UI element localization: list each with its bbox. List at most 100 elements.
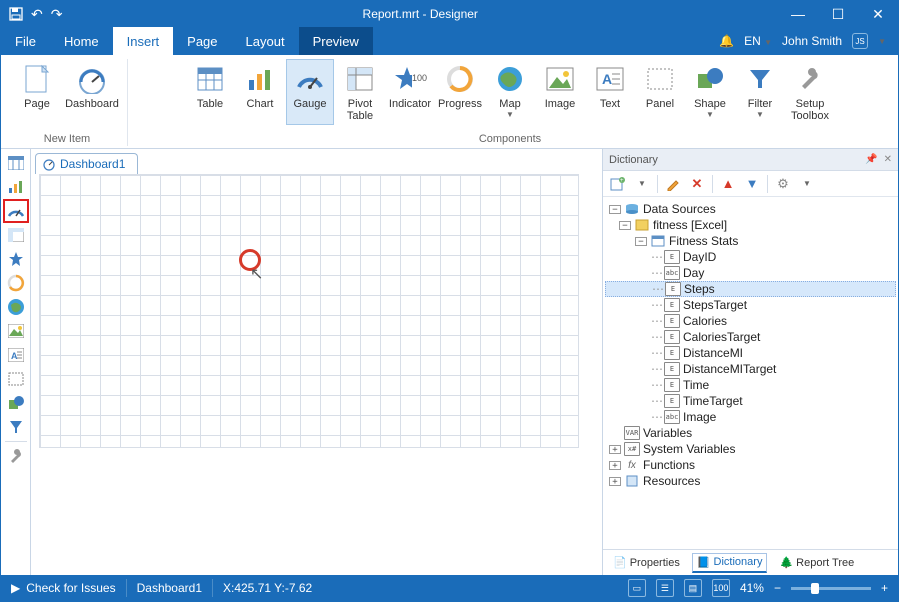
tool-progress[interactable] (3, 271, 29, 295)
ribbon-text[interactable]: A Text (586, 59, 634, 125)
panel-tab-report-tree[interactable]: 🌲Report Tree (775, 554, 858, 571)
view-mode-3-icon[interactable]: ▤ (684, 579, 702, 597)
tool-text[interactable]: A (3, 343, 29, 367)
tool-gauge[interactable] (3, 199, 29, 223)
menu-home[interactable]: Home (50, 27, 113, 55)
dict-edit-icon[interactable] (664, 175, 682, 193)
dashboard-grid[interactable] (39, 174, 579, 448)
save-icon[interactable] (9, 7, 23, 21)
tool-panel[interactable] (3, 367, 29, 391)
ribbon-gauge[interactable]: Gauge (286, 59, 334, 125)
tree-field-steps[interactable]: ⋯ESteps (605, 281, 896, 297)
maximize-button[interactable]: ☐ (818, 1, 858, 27)
gauge-icon (293, 62, 327, 96)
dict-settings-icon[interactable]: ⚙ (774, 175, 792, 193)
ribbon-shape[interactable]: Shape▼ (686, 59, 734, 125)
tree-field-dayid[interactable]: ⋯EDayID (605, 249, 896, 265)
ribbon-setup-toolbox[interactable]: Setup Toolbox (786, 59, 834, 125)
menu-preview[interactable]: Preview (299, 27, 373, 55)
ribbon-panel[interactable]: Panel (636, 59, 684, 125)
user-avatar[interactable]: JS (852, 33, 868, 49)
tool-shape[interactable] (3, 391, 29, 415)
chevron-down-icon[interactable]: ▼ (506, 110, 514, 119)
tree-field-calories[interactable]: ⋯ECalories (605, 313, 896, 329)
minimize-button[interactable]: — (778, 1, 818, 27)
tree-field-image[interactable]: ⋯abcImage (605, 409, 896, 425)
field-type-icon: E (664, 394, 680, 408)
tool-image[interactable] (3, 319, 29, 343)
ribbon-pivot-table[interactable]: Pivot Table (336, 59, 384, 125)
canvas-tab-dashboard1[interactable]: Dashboard1 (35, 153, 138, 174)
field-type-icon: E (664, 378, 680, 392)
tree-field-stepstarget[interactable]: ⋯EStepsTarget (605, 297, 896, 313)
ribbon-page[interactable]: Page (13, 59, 61, 113)
tool-filter[interactable] (3, 415, 29, 439)
ribbon-map[interactable]: Map▼ (486, 59, 534, 125)
view-mode-1-icon[interactable]: ▭ (628, 579, 646, 597)
design-surface[interactable] (39, 174, 594, 567)
ribbon-dashboard[interactable]: Dashboard (63, 59, 121, 113)
tree-field-distancemitarget[interactable]: ⋯EDistanceMITarget (605, 361, 896, 377)
view-mode-2-icon[interactable]: ☰ (656, 579, 674, 597)
tree-field-caloriestarget[interactable]: ⋯ECaloriesTarget (605, 329, 896, 345)
tree-field-timetarget[interactable]: ⋯ETimeTarget (605, 393, 896, 409)
tree-resources[interactable]: Resources (643, 474, 700, 488)
dict-new-icon[interactable]: + (609, 175, 627, 193)
zoom-slider[interactable] (791, 587, 871, 590)
chevron-down-icon[interactable]: ▼ (706, 110, 714, 119)
tree-field-distancemi[interactable]: ⋯EDistanceMI (605, 345, 896, 361)
zoom-100-button[interactable]: 100 (712, 579, 730, 597)
notifications-icon[interactable]: 🔔 (719, 34, 734, 48)
panel-tab-dictionary[interactable]: 📘Dictionary (692, 553, 768, 573)
ribbon-filter[interactable]: Filter▼ (736, 59, 784, 125)
tree-data-sources[interactable]: Data Sources (643, 202, 716, 216)
ribbon-indicator[interactable]: 100 Indicator (386, 59, 434, 125)
menu-layout[interactable]: Layout (232, 27, 299, 55)
tree-table-fitness-stats[interactable]: Fitness Stats (669, 234, 738, 248)
tree-system-variables[interactable]: System Variables (643, 442, 735, 456)
tree-field-time[interactable]: ⋯ETime (605, 377, 896, 393)
shape-icon (693, 62, 727, 96)
tree-source-fitness[interactable]: fitness [Excel] (653, 218, 727, 232)
tool-table[interactable] (3, 151, 29, 175)
chevron-down-icon[interactable]: ▼ (798, 175, 816, 193)
chevron-down-icon[interactable]: ▼ (633, 175, 651, 193)
chevron-down-icon[interactable]: ▼ (878, 37, 886, 46)
dict-down-icon[interactable]: ▼ (743, 175, 761, 193)
ribbon-table[interactable]: Table (186, 59, 234, 125)
zoom-in-button[interactable]: + (881, 581, 888, 595)
menu-file[interactable]: File (1, 27, 50, 55)
tool-setup[interactable] (3, 444, 29, 468)
dictionary-tree[interactable]: −Data Sources −fitness [Excel] −Fitness … (603, 197, 898, 549)
redo-icon[interactable]: ↷ (51, 6, 63, 23)
undo-icon[interactable]: ↶ (31, 6, 43, 23)
menu-insert[interactable]: Insert (113, 27, 174, 55)
chevron-down-icon[interactable]: ▼ (756, 110, 764, 119)
close-button[interactable]: ✕ (858, 1, 898, 27)
field-type-icon: abc (664, 266, 680, 280)
tool-indicator[interactable] (3, 247, 29, 271)
ribbon-group-new-item: New Item (44, 133, 90, 146)
pin-icon[interactable]: 📌 (865, 154, 877, 165)
tree-field-day[interactable]: ⋯abcDay (605, 265, 896, 281)
tree-functions[interactable]: Functions (643, 458, 695, 472)
language-selector[interactable]: EN ▼ (744, 34, 772, 48)
ribbon: Page Dashboard New Item Table Chart (1, 55, 898, 149)
tool-chart[interactable] (3, 175, 29, 199)
dict-up-icon[interactable]: ▲ (719, 175, 737, 193)
status-check-issues[interactable]: ▶Check for Issues (1, 575, 126, 601)
zoom-out-button[interactable]: − (774, 581, 781, 595)
ribbon-chart[interactable]: Chart (236, 59, 284, 125)
menu-page[interactable]: Page (173, 27, 231, 55)
ribbon-progress[interactable]: Progress (436, 59, 484, 125)
table-icon (193, 62, 227, 96)
tree-variables[interactable]: Variables (643, 426, 692, 440)
tool-map[interactable] (3, 295, 29, 319)
ribbon-image[interactable]: Image (536, 59, 584, 125)
dict-delete-icon[interactable]: ✕ (688, 175, 706, 193)
user-name[interactable]: John Smith (782, 34, 842, 48)
close-icon[interactable]: ✕ (884, 154, 892, 165)
image-icon (543, 62, 577, 96)
panel-tab-properties[interactable]: 📄Properties (609, 554, 684, 571)
tool-pivot[interactable] (3, 223, 29, 247)
